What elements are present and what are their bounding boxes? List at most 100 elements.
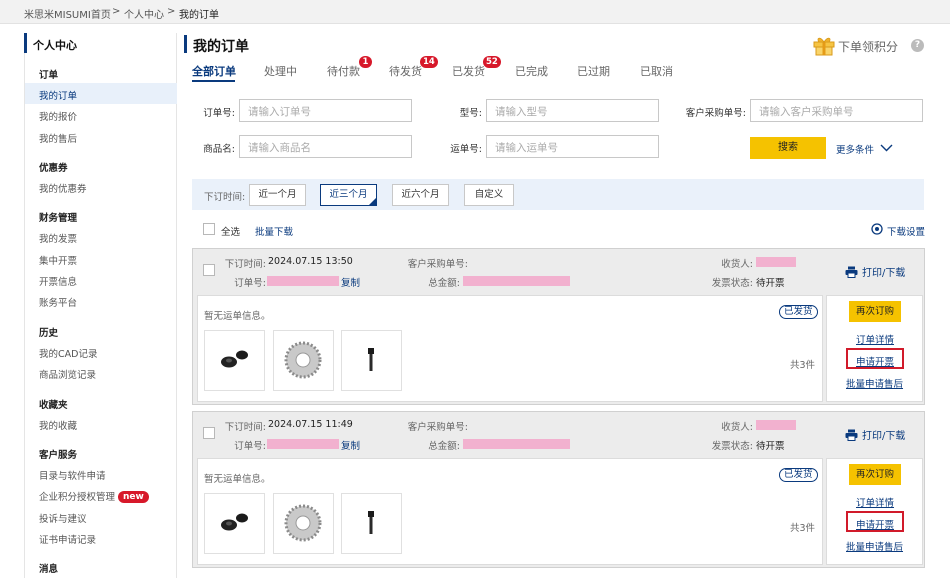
tab-completed[interactable]: 已完成 <box>515 63 548 79</box>
tab-shipped[interactable]: 已发货 <box>452 63 485 79</box>
download-settings-link[interactable]: 下载设置 <box>887 224 925 238</box>
sidebar-item-my-coupons[interactable]: 我的优惠券 <box>39 181 87 195</box>
title-accent <box>184 35 187 53</box>
serrated-washer-icon <box>284 341 322 379</box>
gift-icon <box>813 37 835 56</box>
print-download-link[interactable]: 打印/下载 <box>845 264 905 279</box>
copy-order-no-link[interactable]: 复制 <box>341 438 360 452</box>
time-1-month-button[interactable]: 近一个月 <box>249 184 306 206</box>
page-title: 我的订单 <box>193 39 249 55</box>
sidebar-item-points-auth[interactable]: 企业积分授权管理 new <box>39 489 149 503</box>
sidebar-item-complaints[interactable]: 投诉与建议 <box>39 511 87 525</box>
waybill-label: 运单号: <box>450 144 482 155</box>
shipped-badge: 已发货 <box>779 305 818 319</box>
sidebar-item-points-auth-label: 企业积分授权管理 <box>39 492 116 503</box>
amount-redacted <box>463 439 570 449</box>
invoice-status-label: 发票状态: <box>711 441 753 452</box>
batch-aftersale-link[interactable]: 批量申请售后 <box>846 539 903 553</box>
product-thumbnail[interactable] <box>204 493 265 554</box>
print-download-link[interactable]: 打印/下载 <box>845 427 905 442</box>
order-receiver-label: 收货人: <box>721 259 753 270</box>
settings-icon[interactable] <box>871 223 883 235</box>
shipped-badge: 已发货 <box>779 468 818 482</box>
breadcrumb-home[interactable]: 米思米MISUMI首页 <box>24 6 111 21</box>
order-no-label: 订单号: <box>234 441 266 452</box>
reorder-button[interactable]: 再次订购 <box>849 301 901 322</box>
pending-shipment-count: 14 <box>420 56 438 68</box>
order-time: 2024.07.15 11:49 <box>268 419 353 430</box>
order-no-input[interactable]: 请输入订单号 <box>239 99 412 122</box>
sidebar-item-cad-records[interactable]: 我的CAD记录 <box>39 346 97 360</box>
time-filter-label: 下订时间: <box>204 192 246 203</box>
breadcrumb-sep: > <box>112 6 121 17</box>
pending-payment-count: 1 <box>359 56 372 68</box>
time-3-month-button[interactable]: 近三个月 <box>320 184 377 206</box>
sidebar-item-my-invoices[interactable]: 我的发票 <box>39 231 77 245</box>
product-thumbnail[interactable] <box>341 493 402 554</box>
tab-expired[interactable]: 已过期 <box>577 63 610 79</box>
print-download-label: 打印/下载 <box>862 431 906 442</box>
sidebar-section-history: 历史 <box>39 328 59 339</box>
time-custom-button[interactable]: 自定义 <box>464 184 514 206</box>
apply-invoice-link[interactable]: 申请开票 <box>856 517 894 531</box>
tab-pending-payment[interactable]: 待付款 <box>327 63 360 79</box>
waybill-input[interactable]: 请输入运单号 <box>486 135 659 158</box>
tab-cancelled[interactable]: 已取消 <box>640 63 673 79</box>
more-conditions-label: 更多条件 <box>836 145 875 156</box>
model-input[interactable]: 请输入型号 <box>486 99 659 122</box>
select-all-checkbox[interactable] <box>203 223 215 235</box>
batch-aftersale-link[interactable]: 批量申请售后 <box>846 376 903 390</box>
more-conditions-link[interactable]: 更多条件 <box>836 142 893 156</box>
product-thumbnail[interactable] <box>273 330 334 391</box>
order-time-label: 下订时间: <box>224 422 266 433</box>
tab-pending-shipment[interactable]: 待发货 <box>389 63 422 79</box>
tab-processing[interactable]: 处理中 <box>264 63 297 79</box>
rubber-foot-icon <box>221 350 248 368</box>
sidebar-section-messages: 消息 <box>39 564 59 575</box>
points-label[interactable]: 下单领积分 <box>838 38 898 55</box>
search-button[interactable]: 搜索 <box>750 137 826 159</box>
sidebar-section-order: 订单 <box>39 70 59 81</box>
sidebar-accent <box>24 33 27 53</box>
product-thumbnail[interactable] <box>273 493 334 554</box>
order-detail-link[interactable]: 订单详情 <box>856 495 894 509</box>
breadcrumb-current: 我的订单 <box>179 10 219 21</box>
bolt-icon <box>368 348 374 371</box>
amount-redacted <box>463 276 570 286</box>
sidebar-item-browse-history[interactable]: 商品浏览记录 <box>39 367 96 381</box>
tab-all-orders[interactable]: 全部订单 <box>192 63 236 79</box>
sidebar-item-my-aftersale[interactable]: 我的售后 <box>39 131 77 145</box>
sidebar-item-account-platform[interactable]: 账务平台 <box>39 295 77 309</box>
help-icon[interactable]: ? <box>911 39 924 52</box>
chevron-down-icon <box>880 144 893 152</box>
sidebar-item-my-quotes[interactable]: 我的报价 <box>39 109 77 123</box>
select-all-label: 全选 <box>221 227 241 238</box>
customer-po-input[interactable]: 请输入客户采购单号 <box>750 99 923 122</box>
order-no-redacted <box>267 276 339 286</box>
reorder-button[interactable]: 再次订购 <box>849 464 901 485</box>
copy-order-no-link[interactable]: 复制 <box>341 275 360 289</box>
sidebar-section-coupon: 优惠券 <box>39 163 68 174</box>
printer-icon <box>845 429 858 441</box>
sidebar-item-bulk-invoice[interactable]: 集中开票 <box>39 253 77 267</box>
order-detail-link[interactable]: 订单详情 <box>856 332 894 346</box>
breadcrumb-center[interactable]: 个人中心 <box>124 6 164 21</box>
bolt-icon <box>368 511 374 534</box>
product-thumbnail[interactable] <box>341 330 402 391</box>
product-name-input[interactable]: 请输入商品名 <box>239 135 412 158</box>
order-checkbox[interactable] <box>203 427 215 439</box>
sidebar-section-service: 客户服务 <box>39 450 78 461</box>
serrated-washer-icon <box>284 504 322 542</box>
order-checkbox[interactable] <box>203 264 215 276</box>
sidebar-item-catalog-request[interactable]: 目录与软件申请 <box>39 468 106 482</box>
receiver-redacted <box>756 257 796 267</box>
apply-invoice-link[interactable]: 申请开票 <box>856 354 894 368</box>
sidebar-item-certificates[interactable]: 证书申请记录 <box>39 532 96 546</box>
product-thumbnail[interactable] <box>204 330 265 391</box>
time-6-month-button[interactable]: 近六个月 <box>392 184 449 206</box>
sidebar-item-invoice-info[interactable]: 开票信息 <box>39 274 77 288</box>
sidebar-item-my-favorites[interactable]: 我的收藏 <box>39 418 77 432</box>
sidebar-section-finance: 财务管理 <box>39 213 78 224</box>
batch-download-link[interactable]: 批量下载 <box>255 224 293 238</box>
sidebar-item-my-orders[interactable]: 我的订单 <box>39 88 77 102</box>
